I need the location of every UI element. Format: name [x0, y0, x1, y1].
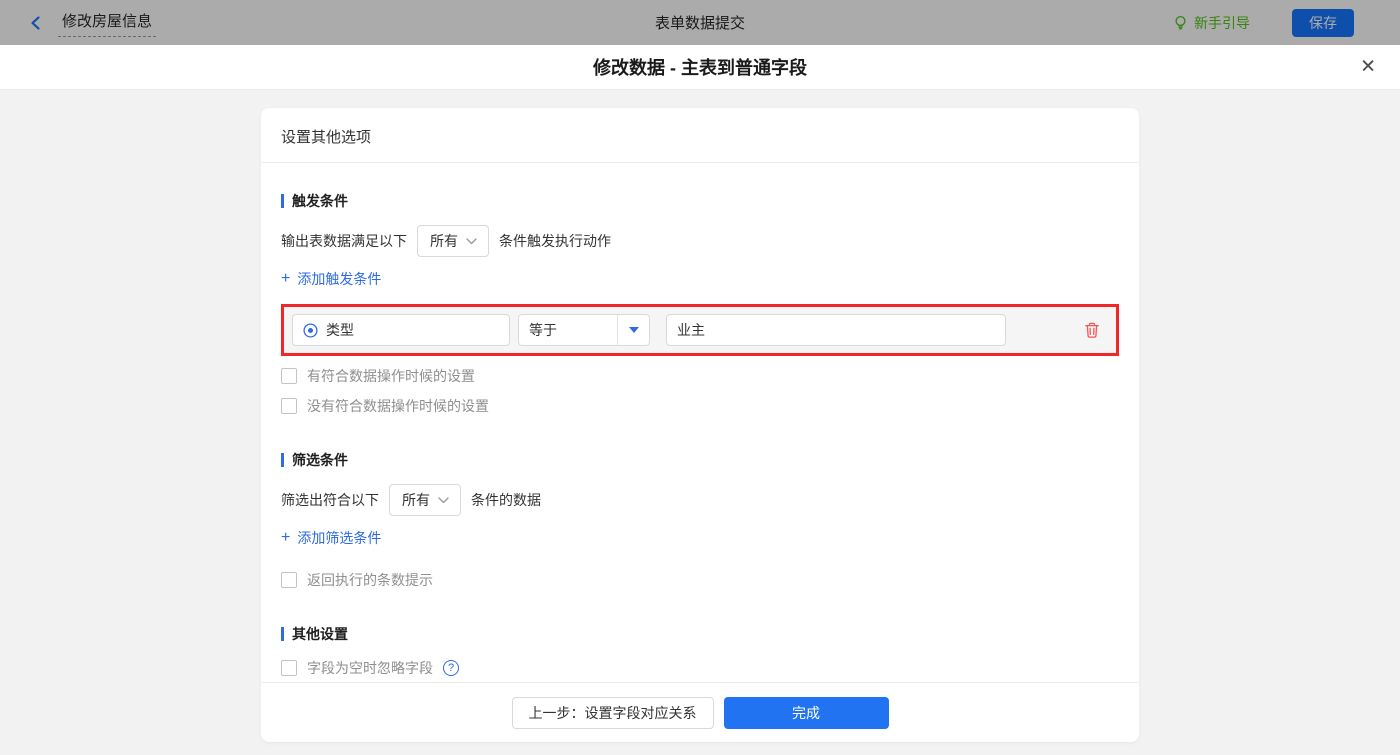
- panel-footer: 上一步：设置字段对应关系 完成: [261, 682, 1139, 742]
- other-checkbox-row-ignore-empty[interactable]: 字段为空时忽略字段 ?: [281, 658, 459, 678]
- condition-field-value: 类型: [326, 322, 354, 338]
- trigger-section-title: 触发条件: [281, 191, 1119, 211]
- trash-icon[interactable]: [1084, 322, 1100, 339]
- panel-header: 设置其他选项: [261, 108, 1139, 163]
- add-trigger-condition-link[interactable]: + 添加触发条件: [281, 269, 381, 289]
- plus-icon: +: [281, 529, 291, 546]
- filter-section-title: 筛选条件: [281, 450, 1119, 470]
- checkbox[interactable]: [281, 398, 297, 414]
- panel-content: 触发条件 输出表数据满足以下 所有 条件触发执行动作 + 添加触发条件 类型 等…: [261, 163, 1139, 682]
- checkbox[interactable]: [281, 572, 297, 588]
- filter-rule-suffix: 条件的数据: [471, 492, 541, 508]
- options-panel: 设置其他选项 触发条件 输出表数据满足以下 所有 条件触发执行动作 + 添加触发…: [261, 108, 1139, 742]
- previous-step-button[interactable]: 上一步：设置字段对应关系: [511, 696, 714, 729]
- chevron-down-icon: [466, 237, 477, 245]
- caret-down-icon: [617, 315, 649, 345]
- condition-field-select[interactable]: 类型: [292, 314, 510, 346]
- modal-dim-overlay: [0, 0, 1400, 45]
- done-button[interactable]: 完成: [723, 696, 889, 729]
- trigger-logic-value: 所有: [430, 233, 458, 249]
- checkbox[interactable]: [281, 660, 297, 676]
- plus-icon: +: [281, 270, 291, 287]
- trigger-rule-prefix: 输出表数据满足以下: [281, 233, 407, 249]
- trigger-rule-suffix: 条件触发执行动作: [499, 233, 611, 249]
- modal-title: 修改数据 - 主表到普通字段: [593, 58, 807, 78]
- add-filter-condition-link[interactable]: + 添加筛选条件: [281, 528, 381, 548]
- trigger-condition-row: 类型 等于 业主: [281, 304, 1119, 356]
- filter-rule-prefix: 筛选出符合以下: [281, 492, 379, 508]
- trigger-checkbox-row-no-match[interactable]: 没有符合数据操作时候的设置: [281, 396, 489, 416]
- filter-logic-value: 所有: [402, 492, 430, 508]
- filter-logic-select[interactable]: 所有: [389, 484, 461, 516]
- modal-body: 设置其他选项 触发条件 输出表数据满足以下 所有 条件触发执行动作 + 添加触发…: [0, 90, 1400, 755]
- modal-header: 修改数据 - 主表到普通字段 ✕: [0, 45, 1400, 90]
- condition-operator-select[interactable]: 等于: [518, 314, 650, 346]
- section-accent-bar: [281, 453, 284, 467]
- trigger-logic-select[interactable]: 所有: [417, 225, 489, 257]
- condition-operator-value: 等于: [529, 322, 557, 338]
- condition-value-input[interactable]: 业主: [666, 314, 1006, 346]
- other-section-title: 其他设置: [281, 624, 1119, 644]
- close-icon[interactable]: ✕: [1360, 58, 1376, 77]
- chevron-down-icon: [438, 496, 449, 504]
- filter-rule-row: 筛选出符合以下 所有 条件的数据: [281, 484, 1119, 516]
- checkbox[interactable]: [281, 368, 297, 384]
- radio-field-icon: [303, 322, 318, 338]
- top-bar: 修改房屋信息 表单数据提交 新手引导 保存: [0, 0, 1400, 45]
- filter-checkbox-row-count-tip[interactable]: 返回执行的条数提示: [281, 570, 433, 590]
- trigger-rule-row: 输出表数据满足以下 所有 条件触发执行动作: [281, 225, 1119, 257]
- section-accent-bar: [281, 194, 284, 208]
- trigger-checkbox-row-has-match[interactable]: 有符合数据操作时候的设置: [281, 366, 475, 386]
- help-icon[interactable]: ?: [443, 660, 459, 676]
- section-accent-bar: [281, 627, 284, 641]
